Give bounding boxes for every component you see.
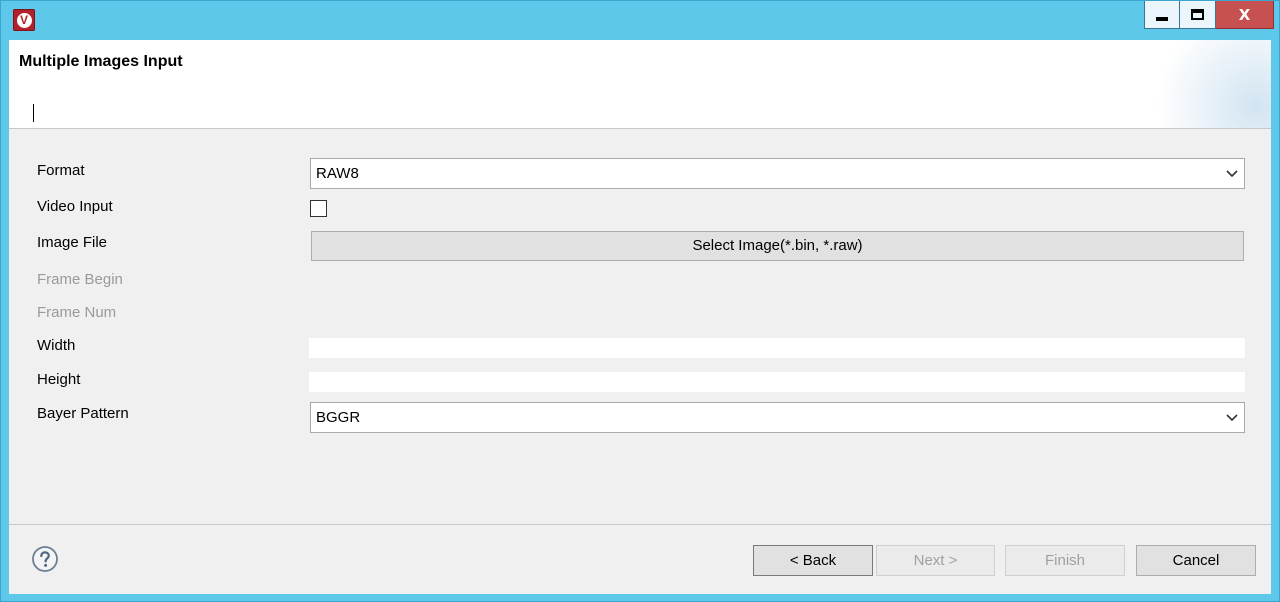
back-button[interactable]: < Back — [753, 545, 873, 576]
next-button[interactable]: Next > — [876, 545, 995, 576]
close-icon: X — [1238, 5, 1251, 24]
dialog-window: V X Multiple Images Input Format RAW8 Vi… — [0, 0, 1280, 602]
width-field[interactable] — [309, 338, 1245, 358]
text-cursor — [33, 104, 34, 122]
image-file-label: Image File — [37, 234, 108, 251]
wizard-header: Multiple Images Input — [9, 40, 1271, 129]
frame-num-label: Frame Num — [37, 304, 117, 321]
bayer-pattern-select[interactable]: BGGR — [310, 402, 1245, 433]
bayer-pattern-value: BGGR — [316, 409, 361, 426]
format-select[interactable]: RAW8 — [310, 158, 1245, 189]
video-input-label: Video Input — [37, 198, 113, 215]
chevron-down-icon[interactable] — [1224, 410, 1240, 426]
header-banner-graphic — [1151, 40, 1271, 128]
cancel-button[interactable]: Cancel — [1136, 545, 1256, 576]
help-icon[interactable] — [31, 545, 59, 573]
bayer-pattern-label: Bayer Pattern — [37, 405, 129, 422]
video-input-checkbox[interactable] — [310, 200, 327, 217]
height-field[interactable] — [309, 372, 1245, 392]
format-label: Format — [37, 162, 85, 179]
wizard-footer: < Back Next > Finish Cancel — [9, 524, 1271, 594]
page-title: Multiple Images Input — [19, 53, 183, 70]
select-image-button[interactable]: Select Image(*.bin, *.raw) — [311, 231, 1244, 261]
app-logo-letter: V — [16, 12, 32, 28]
maximize-icon — [1191, 9, 1204, 20]
minimize-icon — [1156, 16, 1168, 21]
close-button[interactable]: X — [1216, 1, 1274, 29]
maximize-button[interactable] — [1180, 1, 1216, 29]
window-controls: X — [1144, 1, 1274, 29]
height-label: Height — [37, 371, 81, 388]
frame-begin-label: Frame Begin — [37, 271, 123, 288]
app-logo-icon[interactable]: V — [13, 9, 35, 31]
input-form: Format RAW8 Video Input Image File Selec… — [9, 129, 1271, 523]
minimize-button[interactable] — [1144, 1, 1180, 29]
title-bar[interactable]: V X — [1, 1, 1280, 39]
finish-button[interactable]: Finish — [1005, 545, 1125, 576]
width-label: Width — [37, 337, 76, 354]
format-value: RAW8 — [316, 165, 359, 182]
dialog-client-area: Multiple Images Input Format RAW8 Video … — [9, 40, 1271, 594]
chevron-down-icon[interactable] — [1224, 166, 1240, 182]
